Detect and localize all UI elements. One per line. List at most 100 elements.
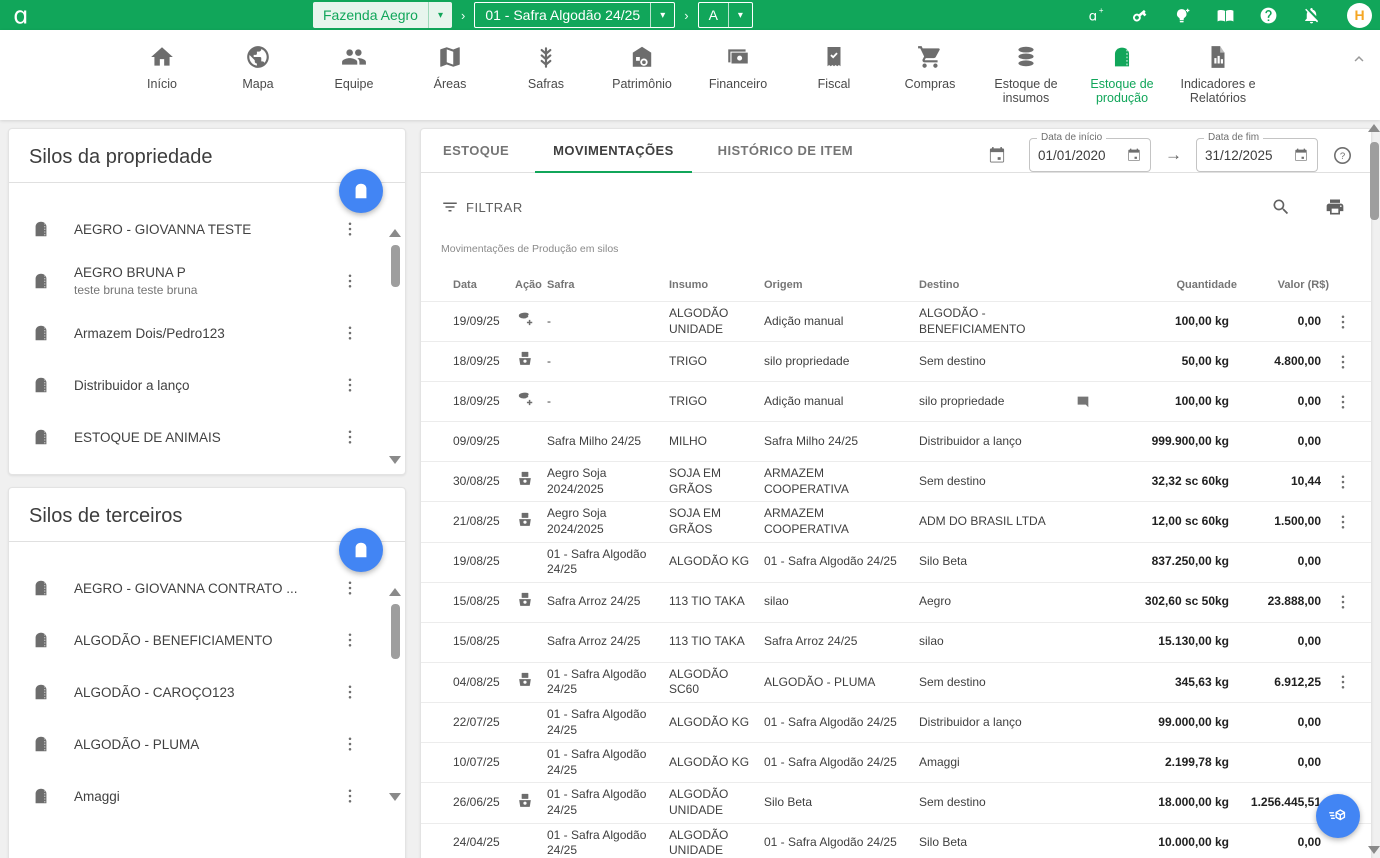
tab-bar: ESTOQUEMOVIMENTAÇÕESHISTÓRICO DE ITEM Da… [421, 129, 1371, 173]
end-date-field[interactable]: Data de fim 31/12/2025 [1196, 138, 1318, 172]
comment-icon[interactable] [1075, 394, 1091, 410]
add-third-party-silo-button[interactable] [339, 528, 383, 572]
item-menu-button[interactable] [339, 785, 361, 807]
scrollbar-thumb[interactable] [391, 604, 400, 659]
calendar-picker-button[interactable] [987, 145, 1007, 165]
nav-item-estoque-de-producao[interactable]: Estoque de produção [1081, 44, 1163, 106]
silo-list-item[interactable]: ALGODÃO - BENEFICIAMENTO [9, 614, 405, 666]
scroll-down-icon[interactable] [389, 793, 401, 801]
key-icon[interactable] [1130, 6, 1149, 25]
start-date-field[interactable]: Data de início 01/01/2020 [1029, 138, 1151, 172]
cell-date: 15/08/25 [453, 594, 515, 610]
scroll-up-icon[interactable] [389, 588, 401, 596]
nav-item-inicio[interactable]: Início [121, 44, 203, 91]
row-menu-button[interactable] [1332, 591, 1354, 613]
scroll-down-icon[interactable] [1368, 846, 1380, 854]
row-menu-button[interactable] [1332, 471, 1354, 493]
search-icon[interactable] [1271, 197, 1291, 217]
item-menu-button[interactable] [339, 577, 361, 599]
item-menu-button[interactable] [339, 322, 361, 344]
idea-icon[interactable] [1173, 6, 1192, 25]
row-menu-button[interactable] [1332, 511, 1354, 533]
item-menu-button[interactable] [339, 681, 361, 703]
nav-item-financeiro[interactable]: Financeiro [697, 44, 779, 91]
nav-item-safras[interactable]: Safras [505, 44, 587, 91]
help-icon[interactable]: ? [1332, 145, 1353, 166]
table-row[interactable]: 19/09/25-ALGODÃO UNIDADEAdição manualALG… [421, 301, 1371, 341]
table-row[interactable]: 26/06/2501 - Safra Algodão 24/25ALGODÃO … [421, 782, 1371, 822]
table-row[interactable]: 18/09/25-TRIGOsilo propriedadeSem destin… [421, 341, 1371, 381]
farm-selector[interactable]: Fazenda Aegro ▾ [313, 2, 452, 28]
silo-item-sublabel: teste bruna teste bruna [74, 283, 339, 297]
season-selector[interactable]: 01 - Safra Algodão 24/25 ▾ [474, 2, 675, 28]
print-icon[interactable] [1325, 197, 1345, 217]
scroll-up-icon[interactable] [389, 229, 401, 237]
silo-list-item[interactable]: AEGRO - GIOVANNA TESTE [9, 203, 405, 255]
add-silo-button[interactable] [339, 169, 383, 213]
calendar-icon[interactable] [1126, 147, 1142, 163]
row-menu-button[interactable] [1332, 391, 1354, 413]
cell-safra: 01 - Safra Algodão 24/25 [547, 667, 669, 698]
table-row[interactable]: 18/09/25-TRIGOAdição manualsilo propried… [421, 381, 1371, 421]
collapse-nav-icon[interactable] [1350, 50, 1368, 68]
chevron-down-icon[interactable]: ▾ [728, 3, 752, 27]
item-menu-button[interactable] [339, 629, 361, 651]
silo-item-label: ALGODÃO - PLUMA [74, 737, 339, 752]
silo-list-item[interactable]: Distribuidor a lanço [9, 359, 405, 411]
silo-list-item[interactable]: ALGODÃO - PLUMA [9, 718, 405, 770]
plot-selector[interactable]: A ▾ [698, 2, 753, 28]
table-row[interactable]: 24/04/2501 - Safra Algodão 24/25ALGODÃO … [421, 823, 1371, 858]
cell-safra: 01 - Safra Algodão 24/25 [547, 828, 669, 858]
nav-item-indicadores-e-relatorios[interactable]: Indicadores e Relatórios [1177, 44, 1259, 106]
nav-item-patrimonio[interactable]: Patrimônio [601, 44, 683, 91]
chevron-down-icon[interactable]: ▾ [428, 2, 452, 28]
nav-item-fiscal[interactable]: Fiscal [793, 44, 875, 91]
table-row[interactable]: 21/08/25Aegro Soja 2024/2025SOJA EM GRÃO… [421, 501, 1371, 541]
item-menu-button[interactable] [339, 733, 361, 755]
item-menu-button[interactable] [339, 218, 361, 240]
calendar-icon[interactable] [1293, 147, 1309, 163]
tab-movimentacoes[interactable]: MOVIMENTAÇÕES [531, 129, 696, 172]
silo-list-item[interactable]: Amaggi [9, 770, 405, 822]
table-row[interactable]: 19/08/2501 - Safra Algodão 24/25ALGODÃO … [421, 542, 1371, 582]
table-row[interactable]: 15/08/25Safra Arroz 24/25113 TIO TAKASaf… [421, 622, 1371, 662]
filter-button[interactable]: FILTRAR [441, 198, 523, 216]
scrollbar-thumb[interactable] [391, 245, 400, 287]
nav-item-mapa[interactable]: Mapa [217, 44, 299, 91]
nav-item-compras[interactable]: Compras [889, 44, 971, 91]
table-row[interactable]: 04/08/2501 - Safra Algodão 24/25ALGODÃO … [421, 662, 1371, 702]
notifications-off-icon[interactable] [1302, 6, 1321, 25]
table-row[interactable]: 22/07/2501 - Safra Algodão 24/25ALGODÃO … [421, 702, 1371, 742]
item-menu-button[interactable] [339, 374, 361, 396]
nav-item-areas[interactable]: Áreas [409, 44, 491, 91]
table-row[interactable]: 09/09/25Safra Milho 24/25MILHOSafra Milh… [421, 421, 1371, 461]
scroll-down-icon[interactable] [389, 456, 401, 464]
guide-book-icon[interactable] [1216, 6, 1235, 25]
help-icon[interactable] [1259, 6, 1278, 25]
chevron-down-icon[interactable]: ▾ [650, 3, 674, 27]
row-menu-button[interactable] [1332, 671, 1354, 693]
table-row[interactable]: 30/08/25Aegro Soja 2024/2025SOJA EM GRÃO… [421, 461, 1371, 501]
silo-list-item[interactable]: AEGRO BRUNA Pteste bruna teste bruna [9, 255, 405, 307]
silo-list-item[interactable]: AEGRO - GIOVANNA CONTRATO ... [9, 562, 405, 614]
tab-historico-de-item[interactable]: HISTÓRICO DE ITEM [696, 129, 875, 172]
table-row[interactable]: 10/07/2501 - Safra Algodão 24/25ALGODÃO … [421, 742, 1371, 782]
row-menu-button[interactable] [1332, 351, 1354, 373]
table-row[interactable]: 15/08/25Safra Arroz 24/25113 TIO TAKAsil… [421, 582, 1371, 622]
aegro-plus-icon[interactable]: ɑ+ [1087, 6, 1106, 25]
cell-valor: 1.256.445,51 [1237, 795, 1329, 811]
item-menu-button[interactable] [339, 426, 361, 448]
avatar[interactable]: H [1347, 3, 1372, 28]
nav-item-estoque-de-insumos[interactable]: Estoque de insumos [985, 44, 1067, 106]
quick-movement-button[interactable] [1316, 794, 1360, 838]
silo-list-item[interactable]: ESTOQUE DE ANIMAIS [9, 411, 405, 463]
row-menu-button[interactable] [1332, 311, 1354, 333]
silo-list-item[interactable]: Armazem Dois/Pedro123 [9, 307, 405, 359]
item-menu-button[interactable] [339, 270, 361, 292]
scroll-up-icon[interactable] [1368, 124, 1380, 132]
destino-label: Aegro [919, 594, 951, 610]
nav-item-equipe[interactable]: Equipe [313, 44, 395, 91]
silo-list-item[interactable]: ALGODÃO - CAROÇO123 [9, 666, 405, 718]
scrollbar-thumb[interactable] [1370, 142, 1379, 220]
tab-estoque[interactable]: ESTOQUE [421, 129, 531, 172]
